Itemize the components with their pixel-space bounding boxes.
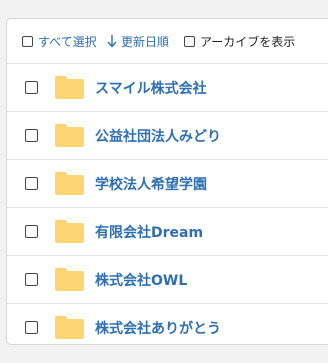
sort-by-updated-button[interactable]: 更新日順 <box>106 33 169 49</box>
folder-name[interactable]: 学校法人希望学園 <box>95 174 207 194</box>
show-archive-control[interactable]: アーカイブを表示 <box>184 33 295 49</box>
folder-row[interactable]: 公益社団法人みどり <box>7 112 328 160</box>
folder-name[interactable]: 公益社団法人みどり <box>95 126 221 146</box>
folder-row[interactable]: 株式会社ありがとう <box>7 304 328 351</box>
row-checkbox[interactable] <box>25 225 38 238</box>
row-checkbox[interactable] <box>25 81 38 94</box>
folder-list: スマイル株式会社 公益社団法人みどり 学校法人希望学園 有限会社Dream 株式… <box>7 64 328 351</box>
folder-name[interactable]: 株式会社ありがとう <box>95 318 221 338</box>
show-archive-checkbox[interactable] <box>184 35 195 47</box>
folder-list-panel: すべて選択 更新日順 アーカイブを表示 スマイル株式会社 公益社団法人みどり 学… <box>6 18 328 345</box>
folder-name[interactable]: スマイル株式会社 <box>95 78 207 98</box>
folder-icon <box>55 220 84 243</box>
folder-name[interactable]: 有限会社Dream <box>95 222 203 242</box>
select-all-label[interactable]: すべて選択 <box>38 33 97 50</box>
folder-row[interactable]: 株式会社OWL <box>7 256 328 304</box>
list-toolbar: すべて選択 更新日順 アーカイブを表示 <box>7 19 328 64</box>
show-archive-label[interactable]: アーカイブを表示 <box>200 33 295 50</box>
select-all-checkbox[interactable] <box>22 35 33 47</box>
folder-row[interactable]: スマイル株式会社 <box>7 64 328 112</box>
folder-row[interactable]: 有限会社Dream <box>7 208 328 256</box>
select-all-control[interactable]: すべて選択 <box>22 33 97 49</box>
sort-label[interactable]: 更新日順 <box>121 33 169 50</box>
folder-icon <box>55 76 84 99</box>
folder-name[interactable]: 株式会社OWL <box>95 270 187 290</box>
arrow-down-icon <box>107 35 117 48</box>
folder-icon <box>55 268 84 291</box>
row-checkbox[interactable] <box>25 129 38 142</box>
folder-icon <box>55 316 84 339</box>
row-checkbox[interactable] <box>25 177 38 190</box>
row-checkbox[interactable] <box>25 273 38 286</box>
folder-icon <box>55 172 84 195</box>
folder-row[interactable]: 学校法人希望学園 <box>7 160 328 208</box>
folder-icon <box>55 124 84 147</box>
row-checkbox[interactable] <box>25 321 38 334</box>
